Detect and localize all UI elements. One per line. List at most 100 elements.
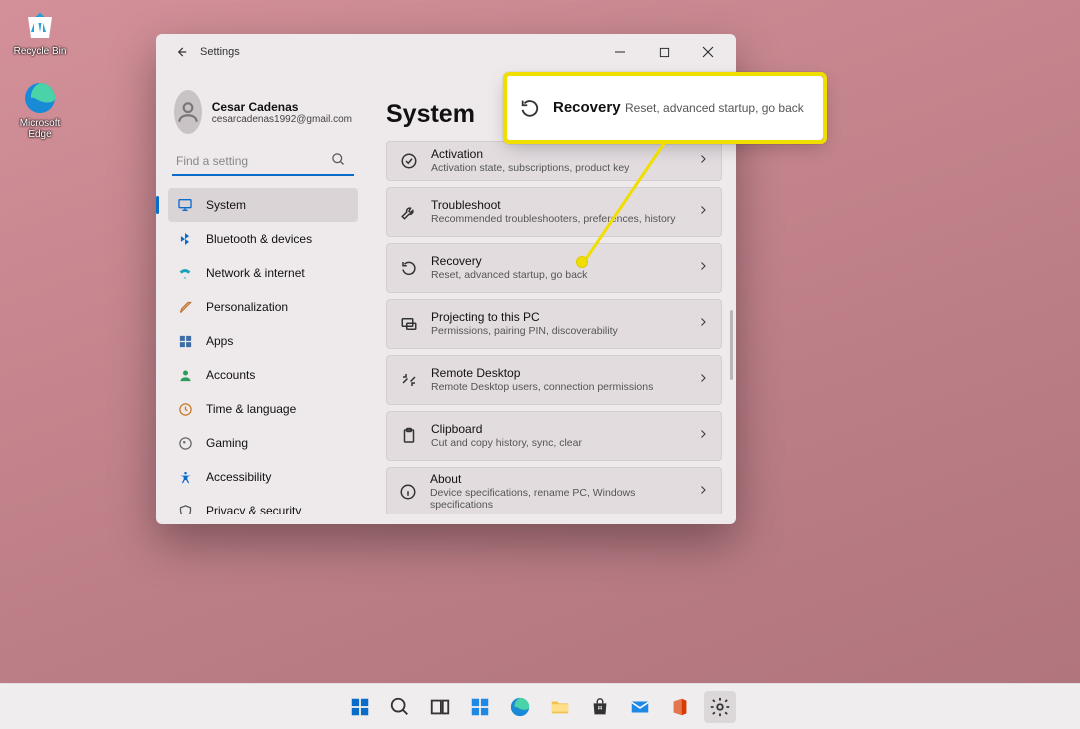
- chevron-right-icon: [697, 483, 709, 501]
- clipboard-icon: [399, 426, 419, 446]
- taskbar-store[interactable]: [584, 691, 616, 723]
- desktop-icon-label: Recycle Bin: [10, 46, 70, 57]
- chevron-right-icon: [697, 152, 709, 170]
- card-activation[interactable]: ActivationActivation state, subscription…: [386, 141, 722, 181]
- minimize-button[interactable]: [598, 37, 642, 67]
- edge-icon: [22, 80, 58, 116]
- sidebar-item-label: Privacy & security: [206, 504, 301, 514]
- card-title: Recovery: [431, 255, 587, 269]
- wifi-icon: [176, 264, 194, 282]
- folder-icon: [549, 696, 571, 718]
- desktop-icon-edge[interactable]: Microsoft Edge: [10, 80, 70, 140]
- taskbar-mail[interactable]: [624, 691, 656, 723]
- edge-icon: [509, 696, 531, 718]
- recovery-icon: [519, 97, 541, 119]
- scrollbar[interactable]: [730, 310, 733, 380]
- store-icon: [589, 696, 611, 718]
- sidebar-item-label: Accessibility: [206, 470, 271, 484]
- card-clipboard[interactable]: ClipboardCut and copy history, sync, cle…: [386, 411, 722, 461]
- sidebar-item-time[interactable]: Time & language: [168, 392, 358, 426]
- recycle-bin-icon: [22, 8, 58, 44]
- sidebar-item-gaming[interactable]: Gaming: [168, 426, 358, 460]
- chevron-right-icon: [697, 203, 709, 221]
- office-icon: [669, 696, 691, 718]
- card-subtitle: Device specifications, rename PC, Window…: [430, 487, 687, 511]
- window-title: Settings: [200, 46, 598, 58]
- sidebar-item-bluetooth[interactable]: Bluetooth & devices: [168, 222, 358, 256]
- user-account-row[interactable]: Cesar Cadenas cesarcadenas1992@gmail.com: [168, 86, 358, 148]
- sidebar-item-label: Time & language: [206, 402, 296, 416]
- desktop-icon-label: Microsoft Edge: [10, 118, 70, 140]
- search-icon: [389, 696, 411, 718]
- brush-icon: [176, 298, 194, 316]
- card-projecting[interactable]: Projecting to this PCPermissions, pairin…: [386, 299, 722, 349]
- widgets-icon: [469, 696, 491, 718]
- sidebar-item-network[interactable]: Network & internet: [168, 256, 358, 290]
- taskbar-taskview[interactable]: [424, 691, 456, 723]
- gear-icon: [709, 696, 731, 718]
- search-icon: [331, 152, 346, 167]
- taskbar-settings[interactable]: [704, 691, 736, 723]
- accessibility-icon: [176, 468, 194, 486]
- card-subtitle: Remote Desktop users, connection permiss…: [431, 381, 653, 393]
- card-subtitle: Recommended troubleshooters, preferences…: [431, 213, 676, 225]
- sidebar-item-privacy[interactable]: Privacy & security: [168, 494, 358, 514]
- recovery-icon: [399, 258, 419, 278]
- callout-subtitle: Reset, advanced startup, go back: [625, 101, 804, 115]
- callout-title: Recovery: [553, 99, 621, 116]
- search-input[interactable]: [172, 148, 354, 176]
- taskbar-widgets[interactable]: [464, 691, 496, 723]
- main-pane: System ActivationActivation state, subsc…: [366, 80, 736, 514]
- remote-icon: [399, 370, 419, 390]
- user-email: cesarcadenas1992@gmail.com: [212, 114, 352, 125]
- mail-icon: [629, 696, 651, 718]
- sidebar-item-accessibility[interactable]: Accessibility: [168, 460, 358, 494]
- sidebar-item-accounts[interactable]: Accounts: [168, 358, 358, 392]
- card-troubleshoot[interactable]: TroubleshootRecommended troubleshooters,…: [386, 187, 722, 237]
- project-icon: [399, 314, 419, 334]
- sidebar-item-system[interactable]: System: [168, 188, 358, 222]
- desktop-icon-recycle-bin[interactable]: Recycle Bin: [10, 8, 70, 57]
- windows-icon: [349, 696, 371, 718]
- nav-list: System Bluetooth & devices Network & int…: [168, 188, 358, 514]
- sidebar: Cesar Cadenas cesarcadenas1992@gmail.com…: [156, 80, 366, 514]
- chevron-right-icon: [697, 427, 709, 445]
- card-remote-desktop[interactable]: Remote DesktopRemote Desktop users, conn…: [386, 355, 722, 405]
- sidebar-item-apps[interactable]: Apps: [168, 324, 358, 358]
- avatar: [174, 90, 202, 134]
- card-title: Projecting to this PC: [431, 311, 618, 325]
- card-title: Clipboard: [431, 423, 582, 437]
- chevron-right-icon: [697, 315, 709, 333]
- card-subtitle: Permissions, pairing PIN, discoverabilit…: [431, 325, 618, 337]
- maximize-button[interactable]: [642, 37, 686, 67]
- sidebar-item-label: Bluetooth & devices: [206, 232, 312, 246]
- wrench-icon: [399, 202, 419, 222]
- check-circle-icon: [399, 151, 419, 171]
- bluetooth-icon: [176, 230, 194, 248]
- card-about[interactable]: AboutDevice specifications, rename PC, W…: [386, 467, 722, 514]
- close-button[interactable]: [686, 37, 730, 67]
- taskbar-office[interactable]: [664, 691, 696, 723]
- taskbar-edge[interactable]: [504, 691, 536, 723]
- back-button[interactable]: [170, 41, 192, 63]
- search-row: [168, 148, 358, 182]
- taskbar-explorer[interactable]: [544, 691, 576, 723]
- taskbar-start[interactable]: [344, 691, 376, 723]
- apps-icon: [176, 332, 194, 350]
- sidebar-item-label: Accounts: [206, 368, 255, 382]
- taskview-icon: [429, 696, 451, 718]
- person-icon: [175, 99, 201, 125]
- taskbar-search[interactable]: [384, 691, 416, 723]
- sidebar-item-label: Gaming: [206, 436, 248, 450]
- sidebar-item-personalization[interactable]: Personalization: [168, 290, 358, 324]
- clock-icon: [176, 400, 194, 418]
- user-name: Cesar Cadenas: [212, 100, 352, 114]
- account-icon: [176, 366, 194, 384]
- callout-dot: [576, 256, 588, 268]
- sidebar-item-label: Personalization: [206, 300, 288, 314]
- chevron-right-icon: [697, 259, 709, 277]
- info-icon: [399, 482, 418, 502]
- card-subtitle: Cut and copy history, sync, clear: [431, 437, 582, 449]
- card-recovery[interactable]: RecoveryReset, advanced startup, go back: [386, 243, 722, 293]
- sidebar-item-label: Apps: [206, 334, 233, 348]
